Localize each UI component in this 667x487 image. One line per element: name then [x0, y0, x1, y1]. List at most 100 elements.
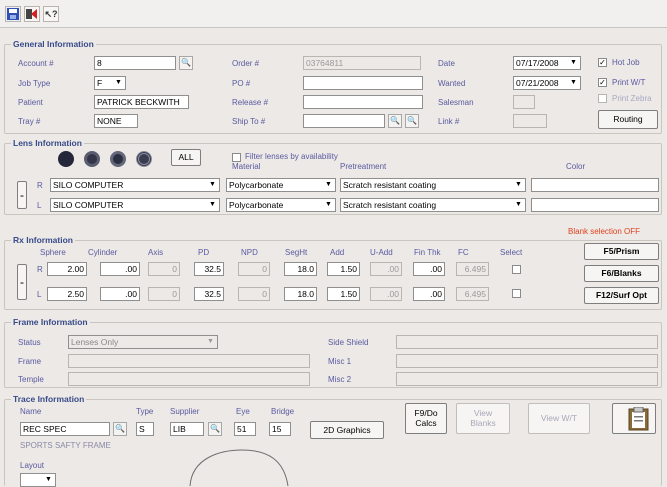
clipboard-icon[interactable] [612, 403, 656, 434]
fc-l-input: 6.495 [456, 287, 489, 301]
seght-r-input[interactable]: 18.0 [284, 262, 317, 276]
ship-to-search-icon[interactable]: 🔍 [388, 114, 402, 128]
pretreatment-r-select[interactable]: Scratch resistant coating ▼ [340, 178, 526, 192]
release-input[interactable] [303, 95, 423, 109]
wanted-value: 07/21/2008 [516, 78, 559, 88]
seght-l-input[interactable]: 18.0 [284, 287, 317, 301]
rx-toggle-button[interactable]: - [17, 264, 27, 300]
f9-label-line1: F9/Do [414, 408, 438, 418]
toolbar: ↖? [0, 0, 667, 28]
lens-shape-flattop-icon[interactable] [84, 151, 100, 167]
tray-input[interactable]: NONE [94, 114, 138, 128]
frame-information-title: Frame Information [11, 317, 90, 327]
lens-r-select[interactable]: SILO COMPUTER ▼ [50, 178, 220, 192]
cylinder-l-input[interactable]: .00 [100, 287, 140, 301]
lens-l-select[interactable]: SILO COMPUTER ▼ [50, 198, 220, 212]
wanted-select[interactable]: 07/21/2008 ▼ [513, 76, 581, 90]
hot-job-checkbox[interactable]: ✓ [598, 58, 607, 67]
axis-r-input: 0 [148, 262, 180, 276]
temple-label: Temple [18, 375, 44, 384]
trace-name-input[interactable]: REC SPEC [20, 422, 110, 436]
f6-blanks-button[interactable]: F6/Blanks [584, 265, 659, 282]
account-label: Account # [18, 59, 54, 68]
lens-shape-progressive-icon[interactable] [110, 151, 126, 167]
uadd-l-input: .00 [370, 287, 402, 301]
material-l-select[interactable]: Polycarbonate ▼ [226, 198, 336, 212]
f5-prism-button[interactable]: F5/Prism [584, 243, 659, 260]
pretreatment-l-value: Scratch resistant coating [343, 200, 437, 210]
ship-to-input[interactable] [303, 114, 385, 128]
lens-information-title: Lens Information [11, 138, 84, 148]
trace-supplier-input[interactable]: LIB [170, 422, 204, 436]
trace-type-label: Type [136, 407, 154, 416]
account-input[interactable]: 8 [94, 56, 176, 70]
print-wt-label: Print W/T [612, 78, 646, 87]
help-icon[interactable]: ↖? [43, 6, 59, 22]
trace-type-input[interactable]: S [136, 422, 154, 436]
patient-label: Patient [18, 98, 43, 107]
chevron-down-icon: ▼ [115, 79, 122, 86]
f9-do-calcs-button[interactable]: F9/Do Calcs [405, 403, 447, 434]
add-l-input[interactable]: 1.50 [327, 287, 360, 301]
chevron-down-icon: ▼ [209, 201, 216, 208]
select-l-checkbox[interactable] [512, 289, 521, 298]
sphere-l-input[interactable]: 2.50 [47, 287, 87, 301]
lens-r-value: SILO COMPUTER [53, 180, 124, 190]
exit-icon[interactable] [24, 6, 40, 22]
view-blanks-label-line2: Blanks [470, 418, 496, 428]
material-r-select[interactable]: Polycarbonate ▼ [226, 178, 336, 192]
trace-bridge-label: Bridge [271, 407, 295, 416]
po-input[interactable] [303, 76, 423, 90]
account-search-icon[interactable]: 🔍 [179, 56, 193, 70]
axis-header: Axis [148, 248, 164, 257]
trace-shape-preview [189, 449, 289, 486]
pd-l-input[interactable]: 32.5 [194, 287, 224, 301]
all-button[interactable]: ALL [171, 149, 201, 166]
add-header: Add [330, 248, 345, 257]
pd-r-input[interactable]: 32.5 [194, 262, 224, 276]
layout-select[interactable]: ▼ [20, 473, 56, 487]
finthk-r-input[interactable]: .00 [413, 262, 445, 276]
ship-to-lookup-icon[interactable]: 🔍 [405, 114, 419, 128]
select-r-checkbox[interactable] [512, 265, 521, 274]
patient-input[interactable]: PATRICK BECKWITH [94, 95, 189, 109]
wanted-label: Wanted [438, 79, 466, 88]
pretreatment-r-value: Scratch resistant coating [343, 180, 437, 190]
lens-side-r: R [37, 181, 43, 190]
routing-button[interactable]: Routing [598, 110, 658, 129]
date-label: Date [438, 59, 455, 68]
filter-lenses-checkbox[interactable] [232, 153, 241, 162]
fc-header: FC [458, 248, 469, 257]
side-shield-input [396, 335, 658, 349]
trace-name-search-icon[interactable]: 🔍 [113, 422, 127, 436]
lens-shape-bifocal-icon[interactable] [136, 151, 152, 167]
print-wt-checkbox[interactable]: ✓ [598, 78, 607, 87]
date-select[interactable]: 07/17/2008 ▼ [513, 56, 581, 70]
pretreatment-l-select[interactable]: Scratch resistant coating ▼ [340, 198, 526, 212]
lens-shape-circle-icon[interactable] [58, 151, 74, 167]
blank-selection-status: Blank selection OFF [568, 227, 641, 236]
filter-lenses-label: Filter lenses by availability [245, 152, 338, 161]
trace-bridge-input[interactable]: 15 [269, 422, 291, 436]
save-icon[interactable] [5, 6, 21, 22]
lens-toggle-button[interactable]: - [17, 181, 27, 209]
status-value: Lenses Only [71, 337, 119, 347]
status-label: Status [18, 338, 41, 347]
job-type-select[interactable]: F ▼ [94, 76, 126, 90]
2d-graphics-button[interactable]: 2D Graphics [310, 421, 384, 439]
cylinder-r-input[interactable]: .00 [100, 262, 140, 276]
f12-surf-opt-button[interactable]: F12/Surf Opt [584, 287, 659, 304]
sphere-r-input[interactable]: 2.00 [47, 262, 87, 276]
trace-eye-input[interactable]: 51 [234, 422, 256, 436]
ship-to-label: Ship To # [232, 117, 266, 126]
order-input: 03764811 [303, 56, 421, 70]
finthk-l-input[interactable]: .00 [413, 287, 445, 301]
trace-information-title: Trace Information [11, 394, 87, 404]
layout-label: Layout [20, 461, 45, 470]
pretreatment-header: Pretreatment [340, 162, 387, 171]
color-l-input[interactable] [531, 198, 659, 212]
trace-supplier-search-icon[interactable]: 🔍 [208, 422, 222, 436]
finthk-header: Fin Thk [414, 248, 441, 257]
color-r-input[interactable] [531, 178, 659, 192]
add-r-input[interactable]: 1.50 [327, 262, 360, 276]
